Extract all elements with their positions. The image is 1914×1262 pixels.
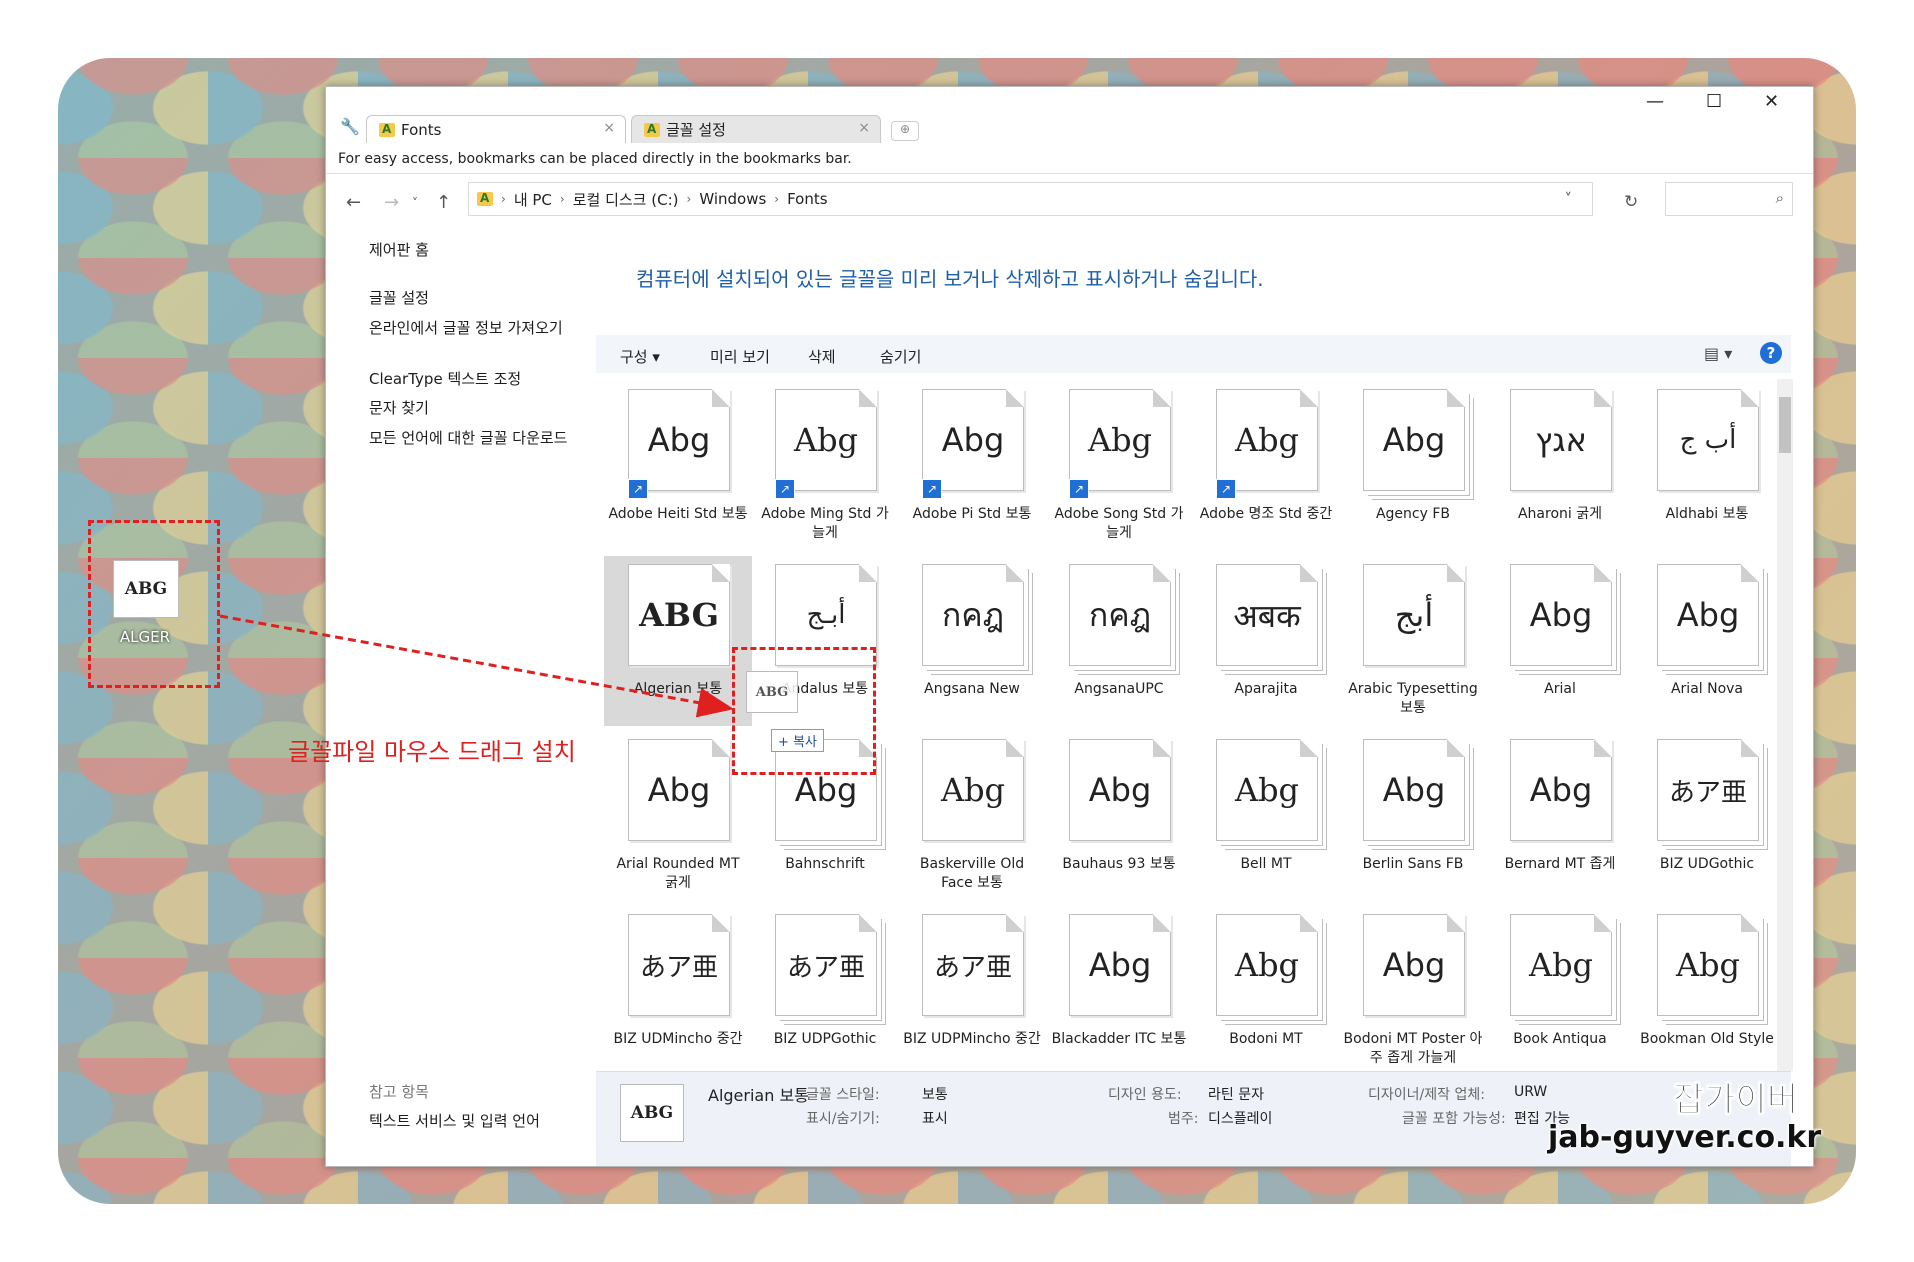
drag-arrow: [219, 614, 734, 718]
watermark-korean: 잡가이버: [1672, 1080, 1799, 1121]
annotation-caption: 글꼴파일 마우스 드래그 설치: [288, 738, 576, 766]
watermark-url: jab-guyver.co.kr: [1548, 1120, 1822, 1155]
